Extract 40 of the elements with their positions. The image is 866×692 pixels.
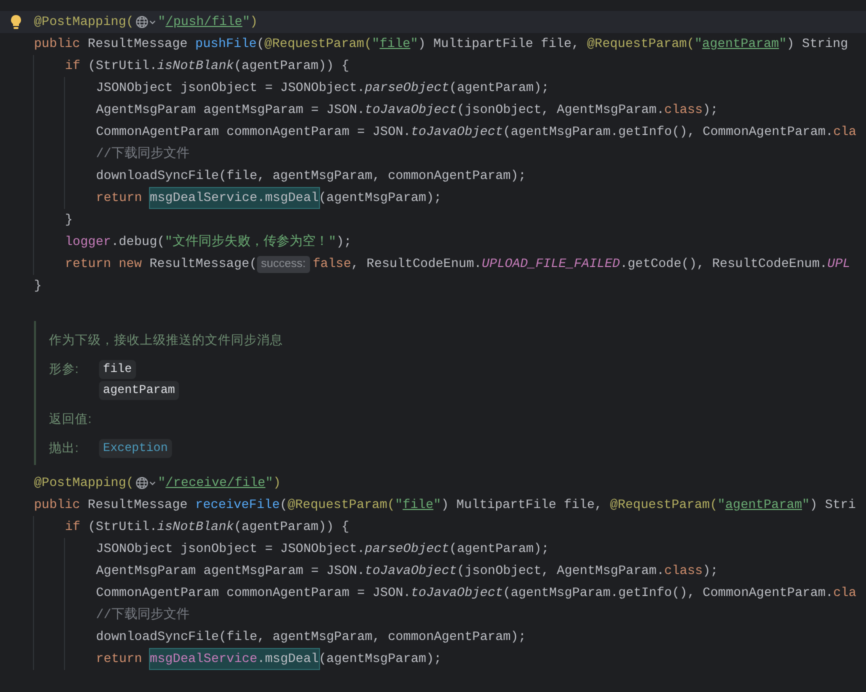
exception-link[interactable]: Exception (99, 439, 172, 458)
code-text: public ResultMessage pushFile(@RequestParam("file") MultipartFile file, @RequestParam("agentParam") String (34, 35, 848, 53)
doc-label: 形参: (49, 361, 80, 378)
param-name: agentParam (99, 381, 180, 400)
code-text: return (96, 650, 144, 668)
highlighted-usage: msgDealService.msgDeal (150, 649, 319, 669)
code-text: //下载同步文件 (96, 145, 190, 163)
code-text: if (StrUtil.isNotBlank(agentParam)) { (65, 57, 350, 75)
code-text: "/receive/file") (158, 474, 281, 492)
code-text: JSONObject jsonObject = JSONObject.parseObject(agentParam); (96, 540, 550, 558)
doc-description: 作为下级，接收上级推送的文件同步消息 (49, 332, 284, 349)
code-text: //下载同步文件 (96, 606, 190, 624)
code-text: AgentMsgParam agentMsgParam = JSON.toJavaObject(jsonObject, AgentMsgParam.class); (96, 101, 718, 119)
code-text: return (96, 189, 144, 207)
globe-icon[interactable] (134, 15, 157, 29)
lightbulb-icon[interactable] (9, 14, 23, 30)
param-name: file (99, 360, 136, 379)
code-text: public ResultMessage receiveFile(@RequestParam("file") MultipartFile file, @RequestParam("agentParam") Stri (34, 496, 856, 514)
code-text: if (StrUtil.isNotBlank(agentParam)) { (65, 518, 350, 536)
code-text: JSONObject jsonObject = JSONObject.parseObject(agentParam); (96, 79, 550, 97)
code-text: } (34, 277, 42, 295)
code-text: (agentMsgParam); (318, 189, 442, 207)
code-text: } (65, 211, 73, 229)
highlighted-usage: msgDealService.msgDeal (150, 188, 319, 208)
globe-icon[interactable] (134, 476, 157, 490)
code-text: CommonAgentParam commonAgentParam = JSON.toJavaObject(agentMsgParam.getInfo(), CommonAgentParam.cla (96, 584, 856, 602)
code-text: AgentMsgParam agentMsgParam = JSON.toJavaObject(jsonObject, AgentMsgParam.class); (96, 562, 718, 580)
code-text: @PostMapping( (34, 13, 134, 31)
code-text: downloadSyncFile(file, agentMsgParam, commonAgentParam); (96, 628, 526, 646)
code-text: @PostMapping( (34, 474, 134, 492)
code-text: return new ResultMessage( (65, 255, 257, 273)
code-text: false, ResultCodeEnum.UPLOAD_FILE_FAILED.getCode(), ResultCodeEnum.UPL (312, 255, 850, 273)
code-text: (agentMsgParam); (318, 650, 442, 668)
doc-label: 抛出: (49, 440, 80, 457)
code-text: CommonAgentParam commonAgentParam = JSON.toJavaObject(agentMsgParam.getInfo(), CommonAgentParam.cla (96, 123, 856, 141)
code-text: "/push/file") (158, 13, 258, 31)
inlay-hint: success: (257, 256, 310, 272)
code-text: downloadSyncFile(file, agentMsgParam, commonAgentParam); (96, 167, 526, 185)
code-text: logger.debug("文件同步失败，传参为空！"); (65, 233, 352, 251)
doc-label: 返回值: (49, 411, 92, 428)
